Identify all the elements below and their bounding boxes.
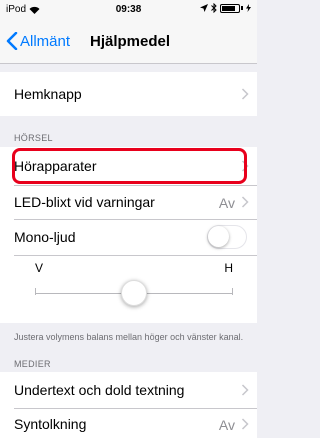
location-arrow-icon (200, 4, 208, 12)
group-general: Hemknapp (0, 72, 257, 116)
row-value: Av (218, 417, 235, 433)
navigation-bar: Allmänt Hjälpmedel (0, 20, 257, 64)
balance-slider-thumb[interactable] (121, 280, 147, 306)
highlight-frame (12, 148, 247, 184)
balance-right-label: H (224, 261, 233, 275)
bluetooth-icon (211, 3, 217, 13)
switch-knob (208, 226, 229, 247)
row-led-blixt[interactable]: LED-blixt vid varningar Av (0, 185, 257, 219)
chevron-right-icon (241, 196, 249, 208)
row-label: Hemknapp (14, 86, 82, 102)
row-mono-ljud: Mono-ljud (0, 219, 257, 255)
chevron-right-icon (241, 88, 249, 100)
status-bar: iPod 09:38 (0, 0, 257, 20)
back-button-label: Allmänt (20, 32, 71, 50)
battery-fill (222, 5, 235, 11)
row-label: Syntolkning (14, 416, 87, 432)
page-title: Hjälpmedel (90, 33, 171, 50)
battery-tip (241, 6, 243, 10)
status-right (200, 3, 251, 13)
section-header-medier: MEDIER (14, 359, 51, 369)
slider-tick-right (232, 288, 233, 295)
group-medier: Undertext och dold textning Syntolkning … (0, 372, 257, 438)
row-label: Undertext och dold textning (14, 382, 185, 398)
chevron-right-icon (241, 384, 249, 396)
row-label: LED-blixt vid varningar (14, 194, 155, 210)
back-button[interactable]: Allmänt (6, 32, 70, 50)
balance-slider-row: V H (0, 255, 257, 323)
chevron-left-icon (6, 32, 18, 50)
balance-footer: Justera volymens balans mellan höger och… (14, 332, 244, 342)
slider-tick-left (35, 288, 36, 295)
row-undertext[interactable]: Undertext och dold textning (0, 372, 257, 408)
charging-icon (246, 4, 251, 12)
battery-icon (220, 3, 240, 13)
balance-left-label: V (35, 261, 44, 275)
section-header-horsel: HÖRSEL (14, 133, 53, 143)
row-syntolkning[interactable]: Syntolkning Av (0, 408, 257, 438)
row-value: Av (218, 195, 235, 211)
mono-ljud-switch[interactable] (207, 225, 247, 249)
row-hemknapp[interactable]: Hemknapp (0, 72, 257, 116)
row-label: Mono-ljud (14, 229, 76, 245)
chevron-right-icon (241, 418, 249, 430)
